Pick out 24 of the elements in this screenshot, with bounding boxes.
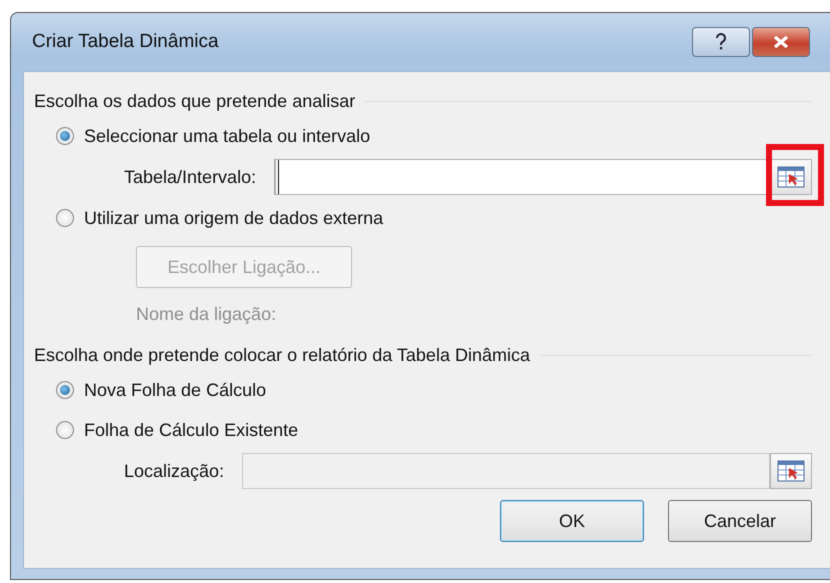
dialog-button[interactable]: Cancelar xyxy=(668,500,812,542)
range-picker-button[interactable] xyxy=(770,159,812,195)
section-heading: Escolha os dados que pretende analisar xyxy=(34,90,356,112)
radio-label[interactable]: Seleccionar uma tabela ou intervalo xyxy=(84,126,370,146)
radio-button[interactable] xyxy=(56,127,74,145)
radio-button[interactable] xyxy=(56,381,74,399)
connection-name-label: Nome da ligação: xyxy=(136,304,278,326)
help-button[interactable] xyxy=(692,27,750,57)
range-picker-button[interactable] xyxy=(770,453,812,489)
radio-label[interactable]: Folha de Cálculo Existente xyxy=(84,420,298,440)
radio-button[interactable] xyxy=(56,209,74,227)
range-picker-icon xyxy=(777,460,805,482)
window-title: Criar Tabela Dinâmica xyxy=(32,31,219,53)
radio-button[interactable] xyxy=(56,421,74,439)
section-heading: Escolha onde pretende colocar o relatório da Tabela Dinâmica xyxy=(34,344,530,366)
radio-label[interactable]: Nova Folha de Cálculo xyxy=(84,380,266,400)
field-label: Tabela/Intervalo: xyxy=(124,166,256,188)
field-label: Localização: xyxy=(124,460,224,482)
radio-label[interactable]: Utilizar uma origem de dados externa xyxy=(84,208,384,228)
dialog-button[interactable]: OK xyxy=(500,500,644,542)
close-icon xyxy=(772,35,790,49)
help-icon xyxy=(715,33,727,51)
range-picker-icon xyxy=(777,166,805,188)
close-button[interactable] xyxy=(752,27,810,57)
